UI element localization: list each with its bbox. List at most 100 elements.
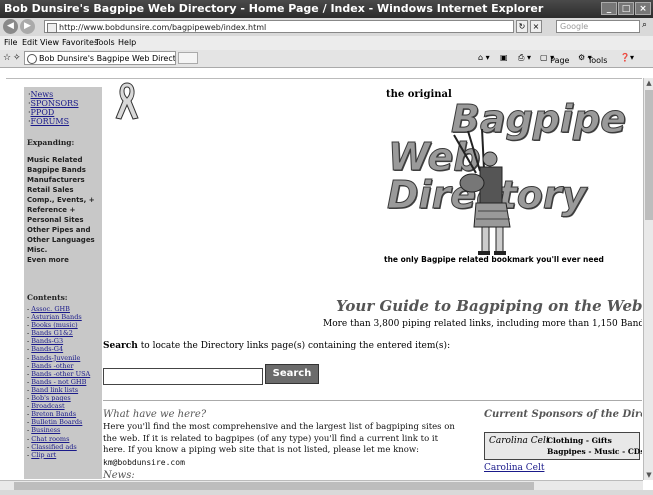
contents-link[interactable]: Books (music): [31, 321, 77, 329]
window-title-bar: Bob Dunsire's Bagpipe Web Directory - Ho…: [0, 0, 653, 18]
contents-link[interactable]: Bands-G3: [31, 337, 63, 345]
expanding-item[interactable]: Music Related: [27, 155, 95, 165]
sidebar-top-links: ·News ·SPONSORS ·PPOD ·FORUMS: [28, 90, 79, 126]
sponsor-line1: Clothing - Gifts: [547, 436, 612, 445]
favorites-star-icon[interactable]: ☆: [3, 53, 11, 63]
expanding-item[interactable]: Retail Sales: [27, 185, 95, 195]
contents-link[interactable]: Bands -other: [31, 362, 73, 370]
sponsor-line2: Bagpipes - Music - CDs: [547, 447, 642, 456]
print-icon[interactable]: ⎙ ▾: [518, 53, 531, 63]
what-text: Here you'll find the most comprehensive …: [103, 422, 458, 469]
menu-bar: File Edit View Favorites Tools Help: [0, 36, 653, 50]
sidebar-link-ppod[interactable]: PPOD: [31, 108, 55, 117]
contents-heading: Contents:: [27, 293, 68, 302]
sidebar-link-sponsors[interactable]: SPONSORS: [31, 99, 79, 108]
what-body: Here you'll find the most comprehensive …: [103, 422, 455, 455]
status-bar: [0, 490, 653, 495]
tab-favicon: [27, 54, 37, 64]
sponsor-logo: Carolina Celt: [489, 436, 550, 446]
expanding-item[interactable]: Personal Sites: [27, 215, 95, 225]
window-title: Bob Dunsire's Bagpipe Web Directory - Ho…: [4, 2, 544, 15]
contents-link[interactable]: Bands G1&2: [31, 329, 73, 337]
add-favorite-icon[interactable]: ✧: [13, 53, 21, 63]
tab-bar: ☆ ✧ Bob Dunsire's Bagpipe Web Directory …: [0, 50, 653, 68]
sponsors-heading: Current Sponsors of the Directory:: [484, 409, 642, 420]
scroll-up-icon[interactable]: ▲: [644, 78, 653, 88]
contents-link[interactable]: Band link lists: [31, 386, 78, 394]
contents-link[interactable]: Bands - not GHB: [31, 378, 86, 386]
stop-icon[interactable]: ×: [530, 20, 542, 33]
tab-label: Bob Dunsire's Bagpipe Web Directory - Ho…: [39, 54, 176, 63]
tools-menu[interactable]: ⚙ Tools ▾: [578, 53, 607, 65]
contents-link[interactable]: Bands-Juvenile: [31, 354, 80, 362]
search-button[interactable]: Search: [265, 364, 319, 384]
contents-link[interactable]: Bob's pages: [31, 394, 70, 402]
contents-link[interactable]: Asturian Bands: [31, 313, 81, 321]
menu-view[interactable]: View: [40, 38, 59, 47]
expanding-item[interactable]: Reference +: [27, 205, 95, 215]
expanding-item[interactable]: Other Languages: [27, 235, 95, 245]
address-text: http://www.bobdunsire.com/bagpipeweb/ind…: [59, 23, 267, 32]
expanding-item[interactable]: Other Pipes and: [27, 225, 95, 235]
maximize-icon[interactable]: □: [618, 2, 634, 15]
sponsor-banner[interactable]: Carolina Celt Clothing - Gifts Bagpipes …: [484, 432, 642, 460]
refresh-icon[interactable]: ↻: [516, 20, 528, 33]
forward-icon[interactable]: ▶: [20, 19, 35, 34]
expanding-item[interactable]: Even more: [27, 255, 95, 265]
expanding-item[interactable]: Manufacturers: [27, 175, 95, 185]
contents-link[interactable]: Breton Bands: [31, 410, 76, 418]
feeds-icon[interactable]: ▣: [500, 53, 508, 62]
page-content: ·News ·SPONSORS ·PPOD ·FORUMS Expanding:…: [6, 78, 642, 479]
minimize-icon[interactable]: _: [601, 2, 617, 15]
scroll-down-icon[interactable]: ▼: [644, 470, 653, 480]
sidebar-link-forums[interactable]: FORUMS: [31, 117, 70, 126]
contents-link[interactable]: Classified ads: [31, 443, 76, 451]
expanding-item[interactable]: Bagpipe Bands: [27, 165, 95, 175]
contents-link[interactable]: Bulletin Boards: [31, 418, 82, 426]
contents-link[interactable]: Business: [31, 426, 60, 434]
contents-link[interactable]: Clip art: [31, 451, 56, 459]
page-menu[interactable]: ▢ Page ▾: [540, 53, 569, 65]
guide-title: Your Guide to Bagpiping on the Web: [336, 297, 642, 315]
menu-tools[interactable]: Tools: [95, 38, 115, 47]
contents-list: - Assoc. GHB - Asturian Bands - Books (m…: [27, 305, 91, 459]
menu-file[interactable]: File: [4, 38, 17, 47]
contact-email[interactable]: km@bobdunsire.com: [103, 458, 185, 467]
divider: [103, 400, 642, 401]
menu-help[interactable]: Help: [118, 38, 136, 47]
directory-search-input[interactable]: [103, 368, 263, 385]
horizontal-scroll-thumb[interactable]: [14, 482, 534, 490]
home-icon[interactable]: ⌂ ▾: [478, 53, 490, 62]
vertical-scroll-thumb[interactable]: [645, 90, 653, 220]
sponsor-link[interactable]: Carolina Celt: [484, 463, 544, 473]
menu-favorites[interactable]: Favorites: [62, 38, 98, 47]
contents-link[interactable]: Broadcast: [31, 402, 64, 410]
contents-link[interactable]: Bands -other USA: [31, 370, 90, 378]
browser-tab[interactable]: Bob Dunsire's Bagpipe Web Directory - Ho…: [24, 51, 176, 65]
the-original-text: the original: [386, 89, 452, 100]
back-icon[interactable]: ◀: [3, 19, 18, 34]
tools-menu-label: Tools: [587, 56, 608, 65]
menu-edit[interactable]: Edit: [22, 38, 38, 47]
search-input[interactable]: Google: [556, 20, 640, 33]
contents-link[interactable]: Assoc. GHB: [31, 305, 70, 313]
expanding-heading: Expanding:: [27, 138, 75, 147]
contents-link[interactable]: Chat rooms: [31, 435, 69, 443]
guide-subtitle: More than 3,800 piping related links, in…: [323, 319, 642, 329]
left-sidebar: ·News ·SPONSORS ·PPOD ·FORUMS Expanding:…: [24, 87, 102, 479]
new-tab-button[interactable]: [178, 52, 198, 64]
page-menu-label: Page: [550, 56, 570, 65]
close-icon[interactable]: ×: [635, 2, 651, 15]
address-field[interactable]: http://www.bobdunsire.com/bagpipeweb/ind…: [44, 20, 514, 33]
expanding-item[interactable]: Misc.: [27, 245, 95, 255]
search-label-rest: to locate the Directory links page(s) co…: [137, 341, 451, 351]
sidebar-link-news[interactable]: News: [31, 90, 54, 99]
vertical-scrollbar[interactable]: ▲ ▼: [643, 78, 653, 480]
search-label-bold: Search: [103, 341, 138, 351]
piper-image: [453, 128, 511, 255]
help-icon[interactable]: ❓▾: [620, 53, 634, 62]
search-instructions: Search to locate the Directory links pag…: [103, 341, 450, 351]
search-icon[interactable]: ⌕: [642, 20, 647, 30]
expanding-item[interactable]: Comp., Events, +: [27, 195, 95, 205]
contents-link[interactable]: Bands-G4: [31, 345, 63, 353]
